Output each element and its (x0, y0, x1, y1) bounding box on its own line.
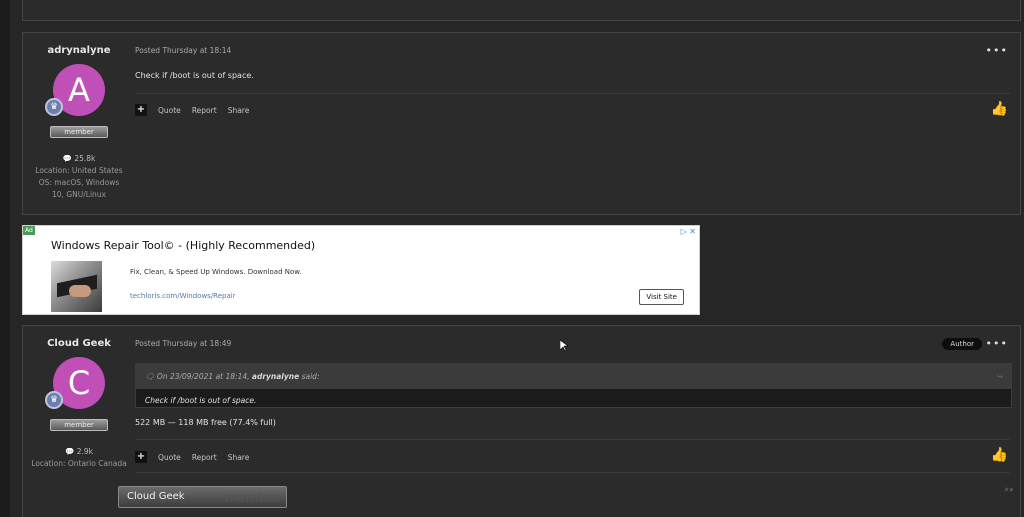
report-button[interactable]: Report (192, 106, 217, 115)
reputation-count: 💬 25.8k (23, 154, 135, 163)
signature-name: Cloud Geek (127, 491, 185, 502)
reputation-value: 25.8k (74, 154, 96, 163)
divider (135, 439, 1010, 440)
post-timestamp[interactable]: Posted Thursday at 18:49 (135, 339, 231, 348)
share-button[interactable]: Share (228, 453, 250, 462)
ad-url[interactable]: techloris.com/Windows/Repair (130, 292, 236, 300)
quote-prefix: On 23/09/2021 at 18:14, (156, 372, 250, 381)
signature-toggle-icon[interactable]: ✕▾ (1004, 486, 1013, 494)
post-actions: + Quote Report Share (135, 451, 249, 463)
comment-icon: 💬 (62, 154, 72, 163)
avatar[interactable]: C ♛ (45, 357, 105, 409)
rank-crown-icon: ♛ (45, 391, 63, 409)
multiquote-plus-icon[interactable]: + (135, 104, 147, 116)
quote-button[interactable]: Quote (158, 453, 181, 462)
quote-icon: 🗨 (145, 372, 155, 381)
author-badge: Author (942, 338, 982, 350)
divider (135, 93, 1010, 94)
post-adrynalyne: adrynalyne A ♛ member 💬 25.8k Location: … (22, 32, 1021, 215)
quote-author[interactable]: adrynalyne (252, 372, 299, 381)
more-options-icon[interactable]: ••• (986, 337, 1008, 350)
ad-title[interactable]: Windows Repair Tool© - (Highly Recommend… (51, 239, 315, 252)
ad-keyboard-image[interactable] (51, 261, 102, 312)
author-card: Cloud Geek C ♛ member 💬 2.9k Location: O… (23, 326, 135, 470)
quote-button[interactable]: Quote (158, 106, 181, 115)
like-thumbs-up-icon[interactable]: 👍 (991, 101, 1008, 117)
post-content: Check if /boot is out of space. (135, 71, 254, 80)
visit-site-button[interactable]: Visit Site (639, 289, 684, 305)
ad-description: Fix, Clean, & Speed Up Windows. Download… (130, 268, 302, 276)
divider (135, 472, 1010, 473)
signature-banner: Cloud Geek member (118, 486, 287, 508)
author-location: Location: United States (35, 166, 123, 175)
author-card: adrynalyne A ♛ member 💬 25.8k Location: … (23, 33, 135, 201)
author-os: OS: macOS, Windows 10, GNU/Linux (38, 178, 120, 199)
jump-to-quote-icon[interactable]: ↪ (997, 364, 1003, 389)
quote-header: 🗨 On 23/09/2021 at 18:14, adrynalyne sai… (136, 364, 1011, 389)
report-button[interactable]: Report (192, 453, 217, 462)
comment-icon: 💬 (64, 447, 75, 456)
post-content: 522 MB — 118 MB free (77.4% full) (135, 418, 276, 427)
quote-text: Check if /boot is out of space. (145, 396, 257, 405)
quote-block: 🗨 On 23/09/2021 at 18:14, adrynalyne sai… (135, 363, 1012, 408)
multiquote-plus-icon[interactable]: + (135, 451, 147, 463)
ad-label: Ad (23, 226, 35, 235)
reputation-count: 💬 2.9k (23, 447, 135, 456)
role-badge: member (50, 419, 108, 431)
share-button[interactable]: Share (228, 106, 250, 115)
ad-choices-icon[interactable]: ▷ ✕ (681, 227, 696, 236)
post-actions: + Quote Report Share (135, 104, 249, 116)
author-name[interactable]: adrynalyne (23, 45, 135, 56)
previous-post-bottom (22, 0, 1021, 21)
signature-ghost-text: member (225, 491, 280, 506)
advertisement[interactable]: Ad ▷ ✕ Windows Repair Tool© - (Highly Re… (22, 225, 700, 315)
role-badge: member (50, 126, 108, 138)
author-location: Location: Ontario Canada (31, 459, 127, 468)
reputation-value: 2.9k (76, 447, 93, 456)
author-name[interactable]: Cloud Geek (23, 338, 135, 349)
rank-crown-icon: ♛ (45, 98, 63, 116)
quote-suffix: said: (301, 372, 320, 381)
left-rail (0, 0, 10, 517)
avatar[interactable]: A ♛ (45, 64, 105, 116)
more-options-icon[interactable]: ••• (986, 44, 1008, 57)
hand-shape (69, 285, 91, 297)
like-thumbs-up-icon[interactable]: 👍 (991, 447, 1008, 463)
post-timestamp[interactable]: Posted Thursday at 18:14 (135, 46, 231, 55)
